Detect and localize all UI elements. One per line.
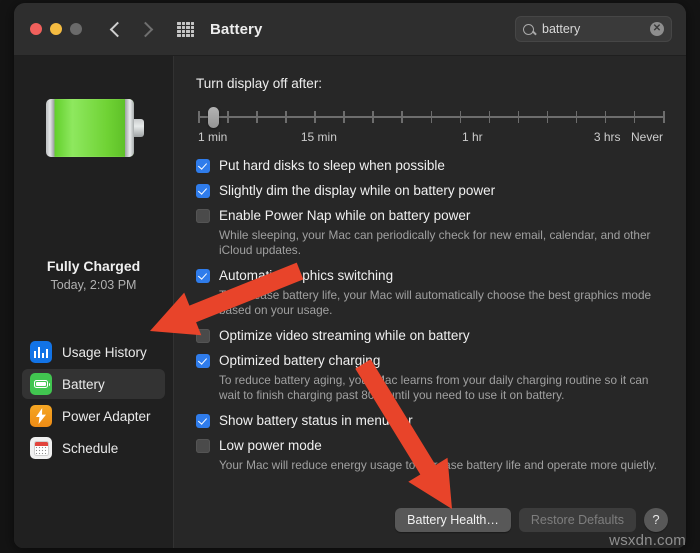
slider-tick [546,111,549,123]
checkbox[interactable] [196,209,210,223]
slider-scale-label: Never [630,130,663,144]
slider-tick [343,111,345,123]
slider-tick [575,111,578,123]
traffic-light-buttons [30,23,82,35]
option-row[interactable]: Optimize video streaming while on batter… [196,327,664,345]
slider-scale-label: 3 hrs [593,130,621,144]
slider-tick [314,111,316,123]
slider-tick [663,111,665,123]
option-row[interactable]: Show battery status in menu bar [196,412,664,430]
option-label: Put hard disks to sleep when possible [219,158,445,173]
power-adapter-icon [30,405,52,427]
restore-defaults-button: Restore Defaults [518,508,636,532]
sidebar-item-label: Power Adapter [62,408,151,424]
option-label: Slightly dim the display while on batter… [219,183,496,198]
clear-search-icon[interactable]: ✕ [650,22,664,36]
sidebar: Fully Charged Today, 2:03 PM Usage Histo… [14,56,174,548]
option-row[interactable]: Put hard disks to sleep when possible [196,157,664,175]
option-label: Optimize video streaming while on batter… [219,328,470,343]
battery-illustration [46,99,144,157]
option-description: To increase battery life, your Mac will … [219,288,652,317]
window-titlebar: Battery battery ✕ [14,3,686,56]
sidebar-item-label: Schedule [62,440,119,456]
sidebar-item-label: Usage History [62,344,147,360]
option-label: Optimized battery charging [219,353,381,368]
sidebar-item-usage-history[interactable]: Usage History [22,337,165,367]
slider-scale-label: 1 min [198,130,228,144]
checkbox[interactable] [196,159,210,173]
slider-tick [633,111,636,123]
option-row[interactable]: Slightly dim the display while on batter… [196,182,664,200]
usage-history-icon [30,341,52,363]
slider-tick [198,111,200,123]
footer-buttons: Battery Health… Restore Defaults ? [395,508,668,532]
slider-tick [256,111,258,123]
battery-health-button[interactable]: Battery Health… [395,508,511,532]
checkbox[interactable] [196,269,210,283]
battery-options-list: Put hard disks to sleep when possible Sli… [196,157,664,473]
navigation-buttons [109,21,154,37]
watermark: wsxdn.com [609,532,686,549]
sidebar-nav-list: Usage History Battery Power Adapter Sche… [22,337,165,465]
slider-tick [285,111,287,123]
close-button[interactable] [30,23,42,35]
slider-tick [488,111,491,123]
option-description: Your Mac will reduce energy usage to inc… [219,458,658,472]
window-body: Fully Charged Today, 2:03 PM Usage Histo… [14,56,686,548]
slider-scale-label: 15 min [300,130,337,144]
slider-scale-label: 1 hr [462,130,483,144]
page-title: Battery [210,20,263,38]
checkbox[interactable] [196,184,210,198]
checkbox[interactable] [196,329,210,343]
screenshot-root: Battery battery ✕ Fully Charged Today, 2… [0,0,700,553]
sidebar-item-power-adapter[interactable]: Power Adapter [22,401,165,431]
charge-time-label: Today, 2:03 PM [50,278,137,292]
slider-tick [401,111,403,123]
checkbox[interactable] [196,439,210,453]
forward-chevron-icon[interactable] [137,21,154,37]
option-label: Automatic graphics switching [219,268,394,283]
display-sleep-slider[interactable] [198,105,665,129]
checkbox[interactable] [196,354,210,368]
search-input[interactable]: battery [542,22,650,36]
option-label: Show battery status in menu bar [219,413,413,428]
schedule-icon [30,437,52,459]
option-description: To reduce battery aging, your Mac learns… [219,373,649,402]
checkbox[interactable] [196,414,210,428]
back-chevron-icon[interactable] [109,21,126,37]
search-icon [523,23,534,35]
option-row[interactable]: Automatic graphics switching [196,267,664,285]
charge-status-label: Fully Charged [46,258,141,274]
slider-tick [372,111,374,123]
battery-icon [30,373,52,395]
slider-thumb[interactable] [207,107,219,128]
slider-scale-labels: 1 min 15 min 1 hr 3 hrs Never [198,130,663,148]
main-pane: Turn display off after: 1 min 15 min 1 hr 3… [174,56,686,548]
option-label: Enable Power Nap while on battery power [219,208,471,223]
sidebar-item-label: Battery [62,376,105,392]
search-field[interactable]: battery ✕ [515,16,672,42]
option-row[interactable]: Low power mode [196,437,664,455]
slider-tick [517,111,520,123]
zoom-button[interactable] [70,23,82,35]
minimize-button[interactable] [50,23,62,35]
slider-tick [604,111,607,123]
slider-tick [430,111,432,123]
show-all-grid-icon[interactable] [177,21,194,37]
system-preferences-window: Battery battery ✕ Fully Charged Today, 2… [14,3,686,548]
display-sleep-label: Turn display off after: [196,76,323,91]
option-row[interactable]: Enable Power Nap while on battery power [196,207,664,225]
sidebar-item-schedule[interactable]: Schedule [22,433,165,463]
slider-tick [459,111,462,123]
slider-tick [227,111,229,123]
option-row[interactable]: Optimized battery charging [196,352,664,370]
sidebar-item-battery[interactable]: Battery [22,369,165,399]
option-description: While sleeping, your Mac can periodicall… [219,228,651,257]
help-button[interactable]: ? [644,508,668,532]
option-label: Low power mode [219,438,322,453]
